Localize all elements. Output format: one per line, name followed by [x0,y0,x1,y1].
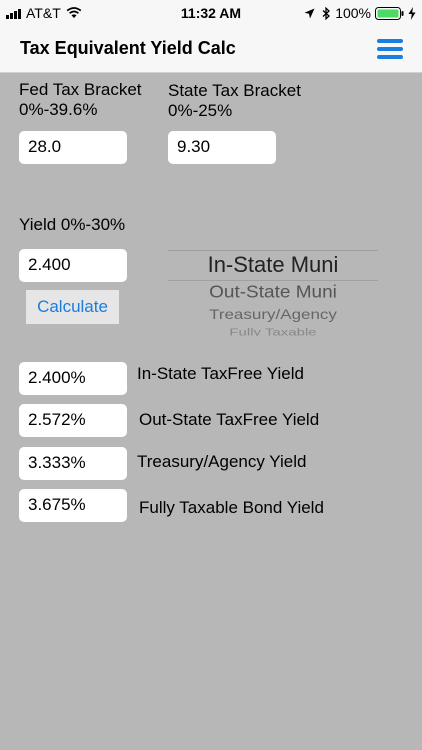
battery-icon [375,6,404,20]
taxable-yield-value: 3.675% [19,489,127,522]
battery-percent: 100% [335,5,371,21]
page-title: Tax Equivalent Yield Calc [20,38,236,58]
calculate-button[interactable]: Calculate [26,290,119,324]
hamburger-menu-icon [377,39,403,43]
out-state-yield-value: 2.572% [19,404,127,437]
in-state-yield-value: 2.400% [19,362,127,395]
status-bar: AT&T 11:32 AM 100% [0,0,422,26]
bluetooth-icon [322,6,331,20]
charging-bolt-icon [408,6,416,20]
status-right: 100% [304,5,416,21]
fed-tax-input[interactable]: 28.0 [19,131,127,164]
treasury-yield-value: 3.333% [19,447,127,480]
taxable-yield-label: Fully Taxable Bond Yield [139,498,324,517]
treasury-yield-label: Treasury/Agency Yield [137,452,307,471]
picker-option[interactable]: Out-State Muni [168,283,378,303]
in-state-yield-label: In-State TaxFree Yield [137,364,304,383]
fed-tax-label: Fed Tax Bracket [19,80,142,99]
state-tax-label: State Tax Bracket [168,81,301,100]
bond-type-picker[interactable]: In-State Muni Out-State Muni Treasury/Ag… [168,248,378,336]
menu-button[interactable] [377,39,403,59]
picker-selection-top-line [168,250,378,251]
picker-option[interactable]: Treasury/Agency [168,307,378,323]
state-tax-input[interactable]: 9.30 [168,131,276,164]
location-arrow-icon [304,8,315,18]
state-tax-range: 0%-25% [168,101,233,120]
yield-label: Yield 0%-30% [19,215,126,234]
fed-tax-range: 0%-39.6% [19,100,98,119]
picker-option[interactable]: Fully Taxable [168,327,378,336]
out-state-yield-label: Out-State TaxFree Yield [139,410,320,429]
picker-option[interactable]: In-State Muni [168,252,378,278]
nav-bar: Tax Equivalent Yield Calc [0,26,422,73]
picker-selection-bottom-line [168,280,378,281]
yield-input[interactable]: 2.400 [19,249,127,282]
